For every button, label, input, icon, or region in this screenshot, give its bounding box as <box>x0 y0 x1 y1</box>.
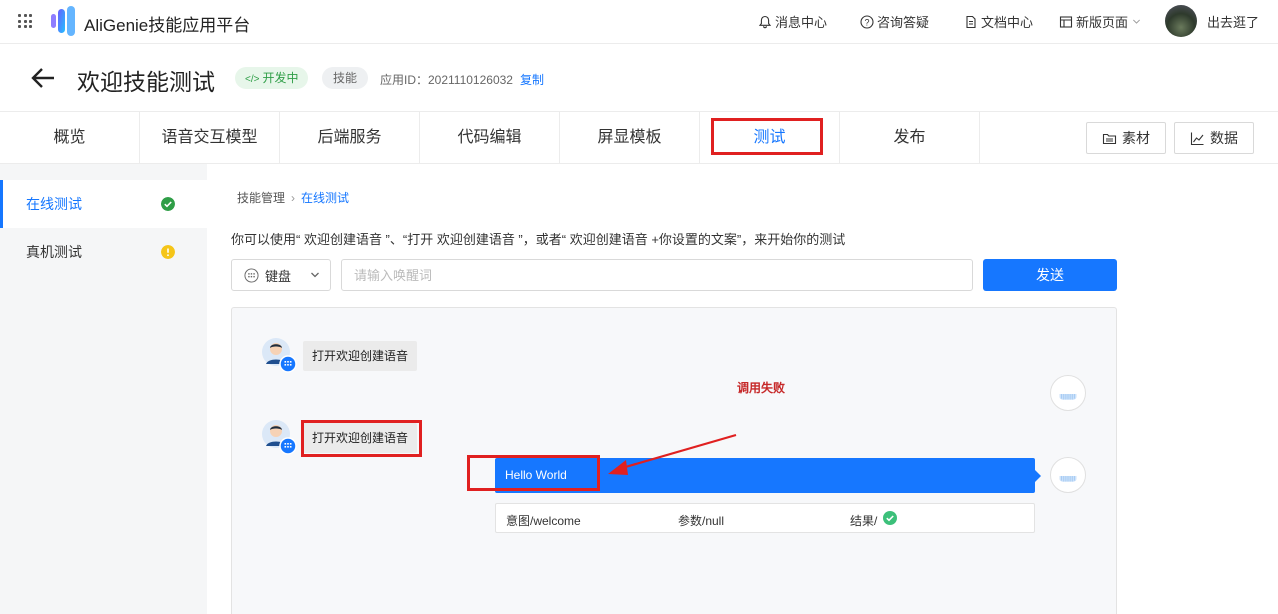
faq-link[interactable]: ? 咨询答疑 <box>860 12 929 31</box>
params-value: 参数/null <box>678 514 725 528</box>
check-circle-icon <box>161 197 175 211</box>
skill-title: 欢迎技能测试 <box>77 69 215 95</box>
new-page-link[interactable]: 新版页面 <box>1059 12 1142 31</box>
data-button[interactable]: 数据 <box>1174 122 1254 154</box>
faq-label: 咨询答疑 <box>877 15 930 30</box>
reply-bubble: Hello World <box>495 458 1041 493</box>
speaker-icon <box>1059 393 1077 400</box>
layout-icon <box>1059 15 1073 28</box>
tab-screen-template[interactable]: 屏显模板 <box>560 112 700 164</box>
keyboard-icon <box>244 267 259 283</box>
breadcrumb-parent[interactable]: 技能管理 <box>237 191 285 205</box>
result-details: 意图/welcome 参数/null 结果/ <box>495 503 1035 533</box>
warning-circle-icon <box>161 245 175 259</box>
sidebar-item-device-test[interactable]: 真机测试 <box>0 228 207 276</box>
folder-icon <box>1102 133 1117 144</box>
user-avatar-icon <box>262 420 297 455</box>
user-message-bubble: 打开欢迎创建语音 <box>303 423 418 453</box>
chevron-right-icon: › <box>291 191 296 205</box>
user-avatar[interactable] <box>1165 5 1197 37</box>
user-message-bubble: 打开欢迎创建语音 <box>303 341 418 371</box>
app-title: AliGenie技能应用平台 <box>84 16 251 35</box>
docs-link[interactable]: 文档中心 <box>964 12 1033 31</box>
copy-app-id-link[interactable]: 复制 <box>520 71 544 88</box>
device-avatar-icon <box>1050 375 1086 411</box>
error-message: 调用失败 <box>737 381 786 395</box>
new-page-label: 新版页面 <box>1076 15 1129 30</box>
sidebar-item-label: 真机测试 <box>26 244 82 260</box>
send-button[interactable]: 发送 <box>983 259 1117 291</box>
top-bar: AliGenie技能应用平台 消息中心 ? 咨询答疑 文档中心 新版页面 出去逛… <box>0 0 1278 44</box>
tab-publish[interactable]: 发布 <box>840 112 980 164</box>
svg-text:?: ? <box>864 17 869 27</box>
docs-label: 文档中心 <box>981 15 1034 30</box>
materials-button[interactable]: 素材 <box>1086 122 1166 154</box>
device-avatar-icon <box>1050 457 1086 493</box>
annotation-arrow <box>608 433 737 475</box>
sidebar: 在线测试 真机测试 <box>0 164 207 614</box>
status-label: 开发中 <box>262 71 299 85</box>
tab-bar: 概览 语音交互模型 后端服务 代码编辑 屏显模板 测试 发布 素材 数据 <box>0 111 1278 164</box>
apps-grid-icon[interactable] <box>18 14 32 28</box>
tab-code-editor[interactable]: 代码编辑 <box>420 112 560 164</box>
result-value: 结果/ <box>850 514 878 528</box>
bell-icon <box>758 15 772 28</box>
user-avatar-icon <box>262 338 297 373</box>
tab-backend[interactable]: 后端服务 <box>280 112 420 164</box>
input-mode-select[interactable]: 键盘 <box>231 259 331 291</box>
tab-overview[interactable]: 概览 <box>0 112 140 164</box>
code-icon: </> <box>245 74 260 85</box>
user-name[interactable]: 出去逛了 <box>1207 12 1259 31</box>
sidebar-item-online-test[interactable]: 在线测试 <box>0 180 207 228</box>
breadcrumb: 技能管理 › 在线测试 <box>237 189 349 206</box>
breadcrumb-current: 在线测试 <box>301 191 350 205</box>
tab-voice-model[interactable]: 语音交互模型 <box>140 112 280 164</box>
check-circle-icon <box>883 511 897 525</box>
aligenie-logo <box>51 6 75 36</box>
type-badge: 技能 <box>322 67 369 89</box>
status-badge: </> 开发中 <box>235 67 309 89</box>
chevron-down-icon <box>311 272 319 278</box>
data-label: 数据 <box>1210 130 1238 146</box>
app-id: 应用ID：2021110126032 <box>380 73 513 87</box>
chevron-down-icon <box>1133 19 1140 24</box>
messages-label: 消息中心 <box>775 15 828 30</box>
usage-hint: 你可以使用“ 欢迎创建语音 ”、“打开 欢迎创建语音 ”，或者“ 欢迎创建语音 … <box>231 232 846 247</box>
input-mode-value: 键盘 <box>265 268 292 284</box>
tab-test[interactable]: 测试 <box>700 112 840 164</box>
sidebar-item-label: 在线测试 <box>26 196 82 212</box>
messages-link[interactable]: 消息中心 <box>758 12 827 31</box>
wake-word-input[interactable] <box>341 259 973 291</box>
intent-value: 意图/welcome <box>506 514 581 528</box>
materials-label: 素材 <box>1122 130 1150 146</box>
speaker-icon <box>1059 475 1077 482</box>
document-icon <box>966 15 976 28</box>
question-icon: ? <box>860 14 874 29</box>
back-arrow-icon[interactable] <box>30 66 56 90</box>
line-chart-icon <box>1190 132 1204 145</box>
